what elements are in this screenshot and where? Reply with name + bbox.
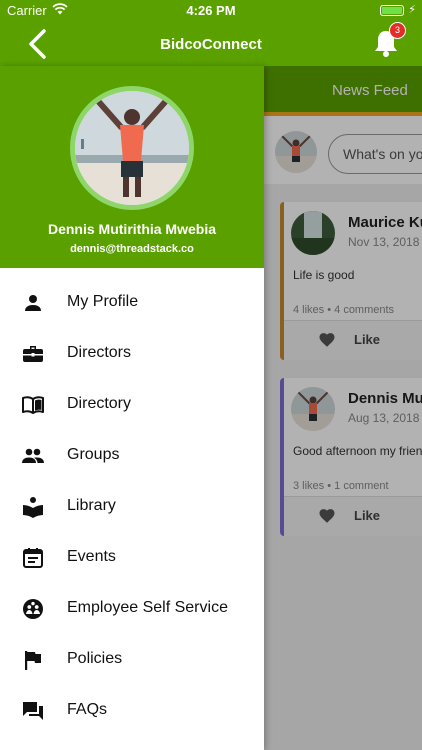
menu-item-directors[interactable]: Directors [0,329,264,380]
profile-avatar[interactable] [70,86,194,210]
menu-item-employee-self-service[interactable]: Employee Self Service [0,584,264,635]
menu-label: Library [67,497,116,514]
menu-item-faqs[interactable]: FAQs [0,686,264,737]
navigation-bar: BidcoConnect 3 [0,22,422,66]
navigation-drawer: Dennis Mutirithia Mwebia dennis@threadst… [0,66,264,750]
chat-bubbles-icon [23,702,43,720]
people-icon [22,448,44,463]
notification-badge: 3 [389,22,406,39]
group-circle-icon [23,599,43,619]
menu-label: Directors [67,344,132,361]
menu-item-events[interactable]: Events [0,533,264,584]
battery-icon [380,5,404,16]
flag-icon [25,651,41,670]
status-bar: Carrier 4:26 PM ⚡ [0,0,422,22]
profile-photo [75,91,189,205]
menu-label: FAQs [67,701,108,718]
menu-item-directory[interactable]: Directory [0,380,264,431]
menu-label: Groups [67,446,120,463]
menu-label: My Profile [67,293,139,310]
person-icon [25,295,41,311]
menu-item-library[interactable]: Library [0,482,264,533]
book-open-icon [22,396,44,414]
menu-item-my-profile[interactable]: My Profile [0,278,264,329]
menu-label: Directory [67,395,132,412]
app-header: Carrier 4:26 PM ⚡ BidcoConnect 3 [0,0,422,66]
menu-label: Events [67,548,116,565]
app-title: BidcoConnect [160,36,262,53]
profile-name: Dennis Mutirithia Mwebia [47,221,216,237]
calendar-icon [23,548,43,568]
menu-item-policies[interactable]: Policies [0,635,264,686]
menu-label: Employee Self Service [67,599,228,616]
drawer-scrim[interactable] [264,66,422,750]
profile-header: Dennis Mutirithia Mwebia dennis@threadst… [0,66,264,268]
menu-label: Policies [67,650,123,667]
reader-icon [23,497,43,518]
menu-item-groups[interactable]: Groups [0,431,264,482]
briefcase-icon [23,346,43,362]
profile-email: dennis@threadstack.co [70,243,194,255]
clock: 4:26 PM [186,3,236,18]
charging-icon: ⚡ [408,4,416,16]
